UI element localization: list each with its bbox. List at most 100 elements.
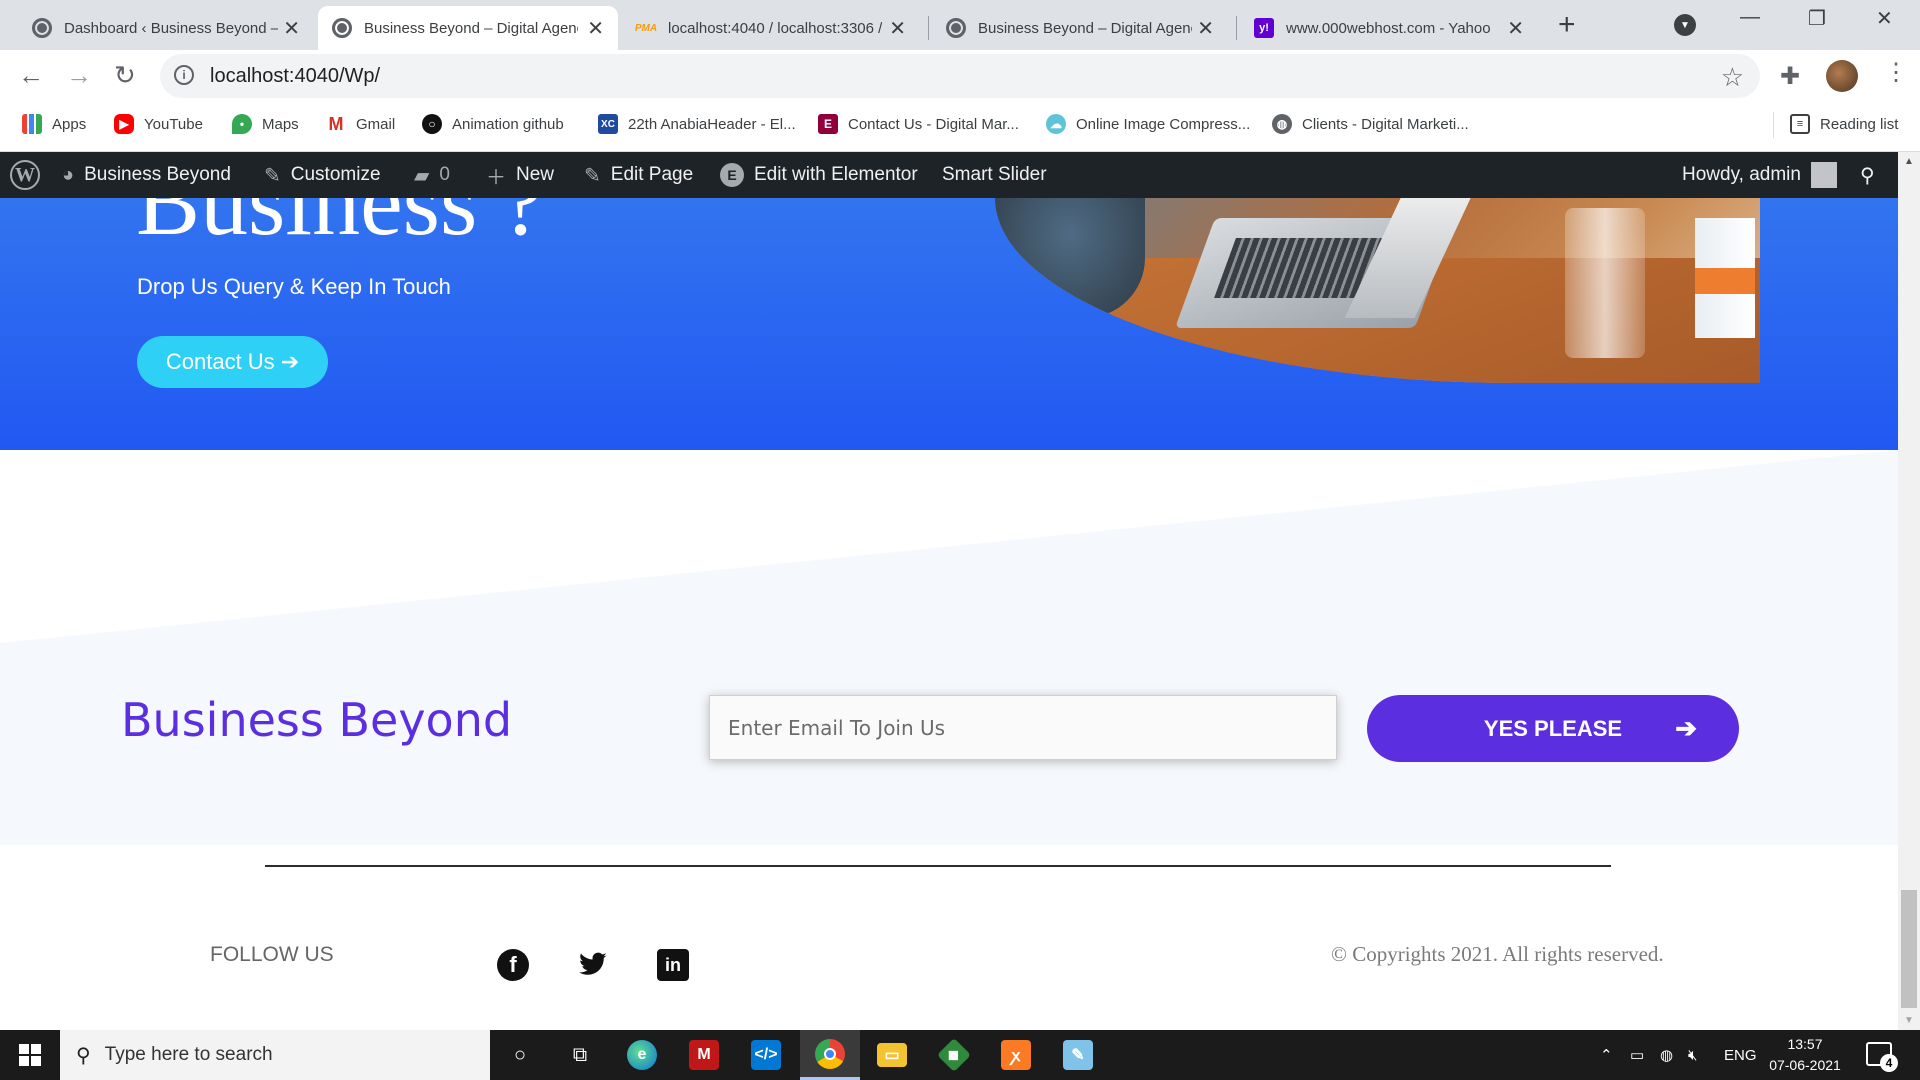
new-tab-icon[interactable]: + xyxy=(1558,10,1576,40)
scroll-down-arrow-icon[interactable]: ▼ xyxy=(1904,1015,1914,1026)
bookmark-anabia-header[interactable]: XC 22th AnabiaHeader - El... xyxy=(598,114,796,134)
elementor-icon: E xyxy=(720,163,744,187)
tab-title: localhost:4040 / localhost:3306 / xyxy=(668,19,882,37)
bookmark-label: 22th AnabiaHeader - El... xyxy=(628,115,796,133)
browser-tab-phpmyadmin[interactable]: PMA localhost:4040 / localhost:3306 / ✕ xyxy=(622,6,920,50)
browser-toolbar: ← → ↻ i localhost:4040/Wp/ ☆ xyxy=(0,50,1920,102)
wp-logo-menu[interactable]: W xyxy=(10,152,40,198)
xampp-icon[interactable]: ꭗ xyxy=(986,1030,1046,1080)
adminbar-new-label: New xyxy=(516,164,555,185)
site-info-icon[interactable]: i xyxy=(174,65,194,85)
minimize-icon[interactable]: — xyxy=(1740,6,1760,29)
tray-show-hidden-icon[interactable]: ⌃ xyxy=(1600,1030,1613,1080)
bookmark-animation-github[interactable]: ○ Animation github xyxy=(422,114,564,134)
photo-mug xyxy=(1695,218,1755,338)
email-field[interactable] xyxy=(709,695,1337,760)
bookmark-label: Apps xyxy=(52,115,87,133)
linkedin-icon[interactable]: in xyxy=(657,949,689,981)
github-icon: ○ xyxy=(422,114,442,134)
bookmark-star-icon[interactable]: ☆ xyxy=(1721,62,1744,93)
address-bar[interactable]: i localhost:4040/Wp/ ☆ xyxy=(160,54,1760,98)
bookmark-label: Contact Us - Digital Mar... xyxy=(848,115,1019,133)
adminbar-customize[interactable]: ✎ Customize xyxy=(264,152,381,198)
file-explorer-icon[interactable]: ▭ xyxy=(862,1030,922,1080)
copyright-text: © Copyrights 2021. All rights reserved. xyxy=(1331,942,1664,966)
bookmark-clients[interactable]: ◍ Clients - Digital Marketi... xyxy=(1272,114,1469,134)
twitter-icon[interactable] xyxy=(577,949,609,981)
browser-menu-icon[interactable]: ⋮ xyxy=(1884,58,1908,87)
facebook-icon[interactable]: f xyxy=(497,949,529,981)
adminbar-site-name[interactable]: ◕ Business Beyond xyxy=(62,152,231,198)
tab-search-icon[interactable]: ▼ xyxy=(1674,14,1696,36)
bookmark-label: Online Image Compress... xyxy=(1076,115,1251,133)
bookmark-image-compress[interactable]: ☁ Online Image Compress... xyxy=(1046,114,1250,134)
bookmark-contact-us[interactable]: E Contact Us - Digital Mar... xyxy=(818,114,1019,134)
cortana-icon[interactable]: ○ xyxy=(490,1030,550,1080)
bookmark-youtube[interactable]: ▶ YouTube xyxy=(114,114,203,134)
footer-divider xyxy=(265,865,1611,867)
window-close-icon[interactable]: ✕ xyxy=(1876,6,1893,31)
close-icon[interactable]: ✕ xyxy=(1197,16,1214,41)
diagonal-divider xyxy=(0,450,1898,643)
paintbrush-icon: ✎ xyxy=(264,164,281,187)
plus-icon: ＋ xyxy=(486,166,506,189)
adminbar-edit-elementor[interactable]: E Edit with Elementor xyxy=(720,152,918,198)
adminbar-comments[interactable]: ▰ 0 xyxy=(414,152,450,198)
task-view-icon[interactable]: ⧉ xyxy=(550,1030,610,1080)
restore-icon[interactable]: ❐ xyxy=(1808,6,1826,31)
taskbar-search[interactable]: ⚲ Type here to search xyxy=(60,1030,490,1080)
profile-avatar[interactable] xyxy=(1826,60,1858,92)
language-indicator[interactable]: ENG xyxy=(1724,1030,1757,1080)
git-tool-icon[interactable]: ◆ xyxy=(924,1030,984,1080)
close-icon[interactable]: ✕ xyxy=(283,16,300,41)
edge-icon[interactable]: e xyxy=(612,1030,672,1080)
clock-time: 13:57 xyxy=(1787,1036,1823,1052)
browser-tab-business-beyond[interactable]: Business Beyond – Digital Agenc ✕ xyxy=(318,6,618,50)
contact-us-button[interactable]: Contact Us ➔ xyxy=(137,336,328,388)
close-icon[interactable]: ✕ xyxy=(1507,16,1524,41)
bookmark-gmail[interactable]: M Gmail xyxy=(326,114,395,134)
notification-count: 4 xyxy=(1880,1054,1898,1072)
mcafee-icon[interactable]: M xyxy=(674,1030,734,1080)
notification-center-icon[interactable]: 4 xyxy=(1866,1042,1898,1072)
bookmark-label: Maps xyxy=(262,115,299,133)
bookmarks-divider xyxy=(1773,112,1774,138)
back-arrow-icon[interactable]: ← xyxy=(18,60,44,90)
close-icon[interactable]: ✕ xyxy=(587,16,604,41)
browser-tab-yahoo[interactable]: y! www.000webhost.com - Yahoo ✕ xyxy=(1240,6,1538,50)
forward-arrow-icon[interactable]: → xyxy=(66,60,92,90)
hero-section: Business ? Drop Us Query & Keep In Touch… xyxy=(0,198,1898,450)
comment-bubble-icon: ▰ xyxy=(414,164,430,187)
search-icon: ⚲ xyxy=(1860,164,1875,187)
browser-tabstrip: Dashboard ‹ Business Beyond — ✕ Business… xyxy=(0,0,1920,50)
start-button[interactable] xyxy=(0,1030,60,1080)
reload-icon[interactable]: ↻ xyxy=(114,60,136,90)
scrollbar-thumb[interactable] xyxy=(1901,890,1917,1008)
yes-please-button[interactable]: YES PLEASE ➔ xyxy=(1367,695,1739,762)
vscode-icon[interactable]: </> xyxy=(736,1030,796,1080)
adminbar-my-account[interactable]: Howdy, admin xyxy=(1682,152,1837,198)
browser-tab-business-beyond-2[interactable]: Business Beyond – Digital Agenc ✕ xyxy=(932,6,1228,50)
page-scrollbar[interactable]: ▲ ▼ xyxy=(1898,152,1920,1030)
taskbar-clock[interactable]: 13:57 07-06-2021 xyxy=(1760,1034,1850,1076)
cloud-icon: ☁ xyxy=(1046,114,1066,134)
reading-list[interactable]: ≡ Reading list xyxy=(1790,114,1898,134)
chrome-icon[interactable] xyxy=(800,1030,860,1080)
battery-icon[interactable]: ▭ xyxy=(1630,1030,1644,1080)
bookmark-apps[interactable]: Apps xyxy=(22,114,86,134)
adminbar-edit-page[interactable]: ✎ Edit Page xyxy=(584,152,693,198)
wordpress-logo-icon: W xyxy=(10,160,40,190)
notepad-icon[interactable]: ✎ xyxy=(1048,1030,1108,1080)
volume-muted-icon[interactable]: 🔇︎ xyxy=(1688,1030,1697,1080)
yes-please-label: YES PLEASE xyxy=(1483,715,1623,741)
address-url[interactable]: localhost:4040/Wp/ xyxy=(210,65,380,88)
browser-tab-dashboard[interactable]: Dashboard ‹ Business Beyond — ✕ xyxy=(18,6,314,50)
network-globe-icon[interactable]: ◍ xyxy=(1660,1030,1673,1080)
scroll-up-arrow-icon[interactable]: ▲ xyxy=(1904,156,1914,167)
bookmark-maps[interactable]: • Maps xyxy=(232,114,299,134)
adminbar-new[interactable]: ＋ New xyxy=(486,152,554,198)
adminbar-search[interactable]: ⚲ xyxy=(1860,152,1885,198)
extensions-icon[interactable]: ✚ xyxy=(1780,62,1800,91)
close-icon[interactable]: ✕ xyxy=(889,16,906,41)
adminbar-smart-slider[interactable]: Smart Slider xyxy=(942,152,1047,198)
